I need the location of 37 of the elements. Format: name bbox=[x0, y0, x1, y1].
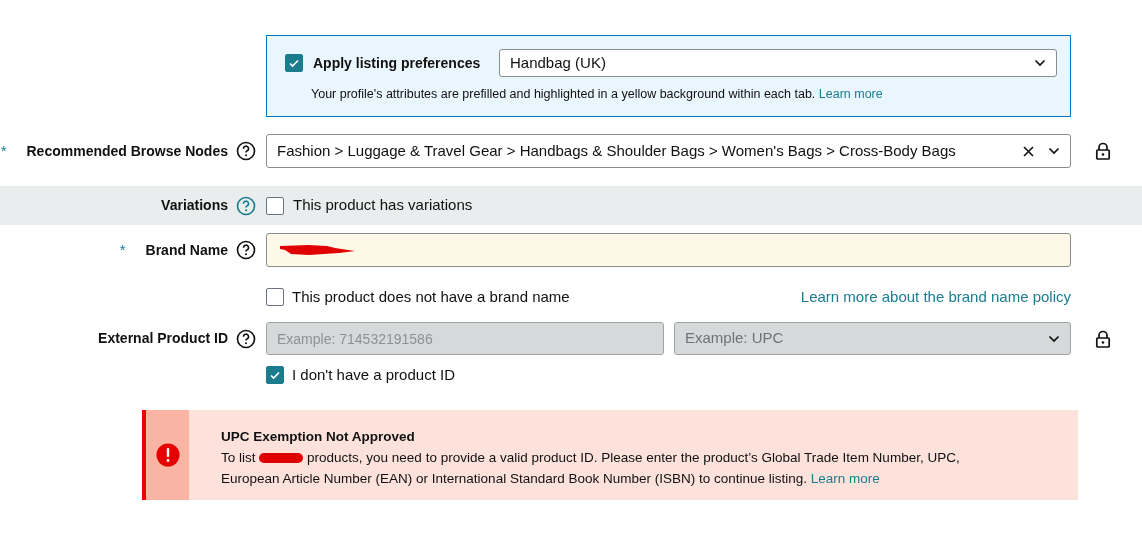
required-asterisk: * bbox=[0, 140, 7, 161]
id-type-dropdown[interactable]: Example: UPC bbox=[674, 322, 1071, 355]
checkbox-label: This product has variations bbox=[293, 195, 473, 216]
brand-policy-link[interactable]: Learn more about the brand name policy bbox=[800, 285, 1071, 309]
checkbox-label: I don't have a product ID bbox=[292, 364, 455, 385]
alert-message: To list products, you need to provide a valid product ID. Please enter the product’s Global Trade Item Number, UPC, European Article Number (EAN) or International Standard Book Number (ISBN) to continue listing. Learn more bbox=[221, 449, 961, 488]
learn-more-link[interactable]: Learn more bbox=[818, 87, 883, 101]
caret-icon bbox=[1048, 147, 1060, 155]
check-icon bbox=[288, 57, 300, 69]
field-label: External Product ID bbox=[98, 329, 228, 348]
preference-dropdown[interactable]: Handbag (UK) bbox=[499, 49, 1057, 77]
field-label: Recommended Browse Nodes bbox=[26, 141, 228, 161]
alert-title: UPC Exemption Not Approved bbox=[221, 428, 416, 446]
checkbox[interactable] bbox=[266, 196, 284, 215]
redaction-mark bbox=[259, 453, 304, 464]
brand-name-field[interactable] bbox=[266, 233, 1071, 267]
error-icon bbox=[155, 443, 180, 467]
help-icon[interactable] bbox=[236, 141, 256, 161]
field-label: Brand Name bbox=[145, 240, 228, 260]
lock-icon bbox=[1095, 142, 1111, 160]
help-icon[interactable] bbox=[236, 240, 256, 260]
browse-node-dropdown[interactable]: Fashion > Luggage & Travel Gear > Handbags & Shoulder Bags > Women's Bags > Cross-Body Bags bbox=[266, 134, 1071, 168]
checkbox[interactable] bbox=[266, 288, 284, 306]
checkbox-label: This product does not have a brand name bbox=[292, 286, 571, 307]
caret-icon bbox=[1048, 334, 1060, 343]
caret-icon bbox=[1034, 59, 1046, 67]
checkbox-label: Apply listing preferences bbox=[313, 53, 482, 73]
checkbox[interactable] bbox=[285, 54, 303, 72]
learn-more-link[interactable]: Learn more bbox=[810, 471, 880, 486]
required-asterisk: * bbox=[119, 239, 126, 260]
field-label: Variations bbox=[161, 196, 228, 215]
info-text: Your profile's attributes are prefilled and highlighted in a yellow background within each tab. bbox=[311, 87, 816, 101]
lock-icon bbox=[1095, 329, 1111, 348]
check-icon bbox=[269, 369, 281, 381]
checkbox[interactable] bbox=[266, 366, 284, 384]
close-icon[interactable] bbox=[1023, 145, 1034, 157]
help-icon[interactable] bbox=[236, 328, 256, 349]
